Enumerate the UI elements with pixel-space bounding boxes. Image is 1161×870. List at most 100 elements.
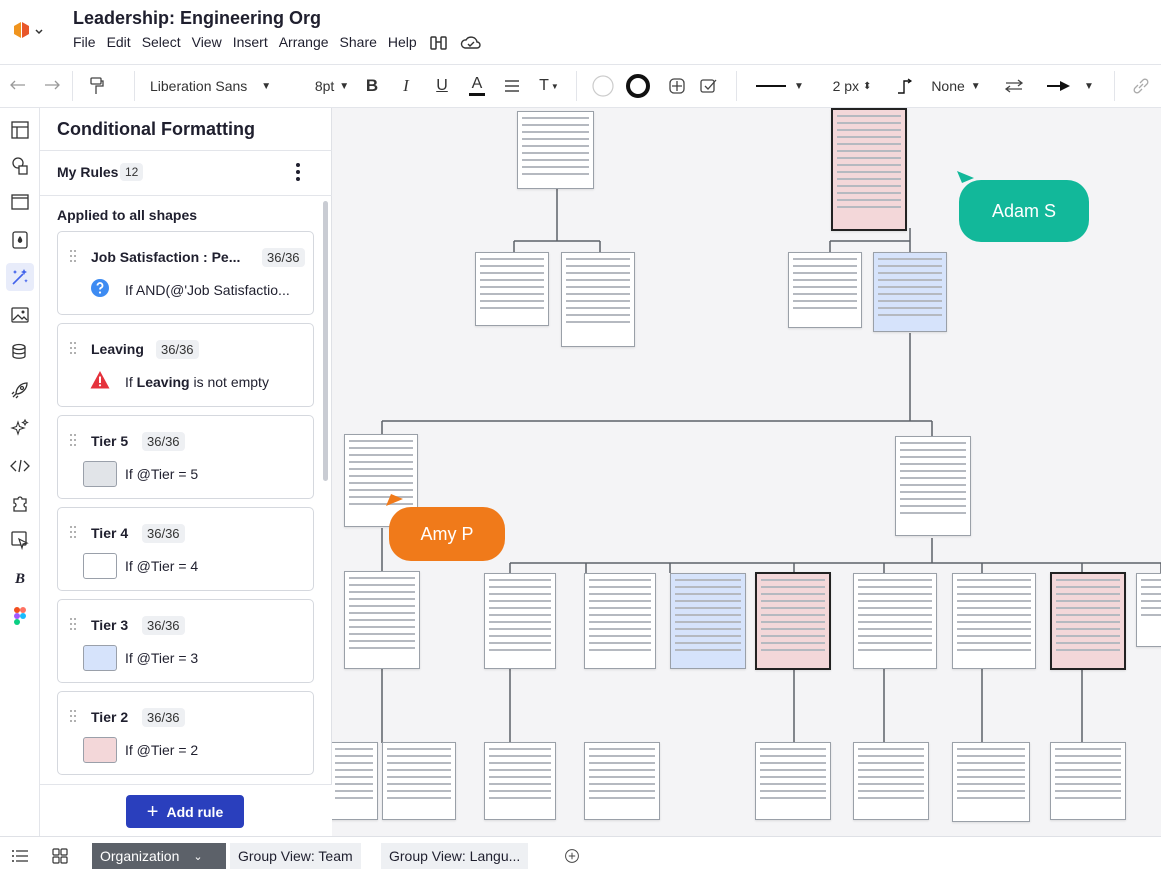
tier-3-swatch[interactable] (83, 645, 117, 671)
org-chart-card[interactable] (1050, 572, 1126, 670)
app-logo-menu[interactable] (12, 20, 46, 42)
org-chart-card[interactable] (853, 742, 929, 820)
shape-container-icon[interactable] (664, 65, 690, 107)
org-chart-card[interactable] (853, 573, 937, 669)
fill-color-icon[interactable] (590, 65, 616, 107)
line-start-select[interactable]: None ▼ (928, 65, 984, 107)
org-chart-card[interactable] (584, 573, 656, 669)
page-settings-icon[interactable] (6, 188, 34, 216)
line-end-select[interactable]: ▼ (1040, 65, 1100, 107)
org-chart-card[interactable] (895, 436, 971, 536)
tab-group-view-team[interactable]: Group View: Team (230, 843, 361, 869)
org-chart-card[interactable] (344, 571, 420, 669)
org-chart-card[interactable] (755, 742, 831, 820)
grid-view-icon[interactable] (42, 843, 78, 869)
menu-help[interactable]: Help (388, 34, 417, 52)
drag-handle-icon[interactable] (70, 618, 76, 630)
org-chart-card[interactable] (788, 252, 862, 328)
org-chart-card[interactable] (561, 252, 635, 347)
undo-icon[interactable] (6, 65, 30, 107)
bold-icon[interactable]: B (362, 65, 382, 107)
redo-icon[interactable] (40, 65, 64, 107)
org-chart-card[interactable] (831, 108, 907, 231)
chevron-down-icon[interactable]: ⌄ (193, 850, 202, 863)
conditional-formatting-icon[interactable] (6, 263, 34, 291)
tab-group-view-language[interactable]: Group View: Langu... (381, 843, 529, 869)
panel-scrollbar[interactable] (323, 201, 328, 481)
org-chart-card[interactable] (755, 572, 831, 670)
diagram-canvas[interactable]: Adam S Amy P (332, 108, 1161, 836)
align-icon[interactable] (501, 65, 523, 107)
shapes-icon[interactable] (6, 152, 34, 180)
rule-card-tier-4[interactable]: Tier 4 36/36 If @Tier = 4 (57, 507, 314, 591)
org-chart-card[interactable] (332, 742, 378, 820)
drag-handle-icon[interactable] (70, 710, 76, 722)
theme-icon[interactable] (6, 226, 34, 254)
brandfetch-icon[interactable]: B (6, 565, 34, 593)
org-chart-card[interactable] (484, 742, 556, 820)
more-options-icon[interactable] (290, 160, 306, 184)
tier-5-swatch[interactable] (83, 461, 117, 487)
drag-handle-icon[interactable] (70, 250, 76, 262)
tier-2-swatch[interactable] (83, 737, 117, 763)
menu-arrange[interactable]: Arrange (279, 34, 329, 52)
drag-handle-icon[interactable] (70, 434, 76, 446)
menu-edit[interactable]: Edit (107, 34, 131, 52)
rule-card-tier-5[interactable]: Tier 5 36/36 If @Tier = 5 (57, 415, 314, 499)
menu-view[interactable]: View (192, 34, 222, 52)
org-chart-card[interactable] (1136, 573, 1161, 647)
menu-insert[interactable]: Insert (233, 34, 268, 52)
org-chart-card[interactable] (584, 742, 660, 820)
rule-card-leaving[interactable]: Leaving 36/36 If Leaving is not empty (57, 323, 314, 407)
swap-arrows-icon[interactable] (1002, 65, 1026, 107)
cloud-saved-icon[interactable] (460, 34, 482, 52)
line-width-stepper[interactable]: 2 px ⬍ (826, 65, 878, 107)
tab-organization[interactable]: Organization ⌄ (92, 843, 226, 869)
document-title[interactable]: Leadership: Engineering Org (73, 8, 321, 29)
image-icon[interactable] (6, 301, 34, 329)
connector-style-icon[interactable] (892, 65, 916, 107)
conditional-check-icon[interactable] (696, 65, 722, 107)
ai-sparkle-icon[interactable] (6, 414, 34, 442)
org-chart-card[interactable] (670, 573, 746, 669)
menu-file[interactable]: File (73, 34, 96, 52)
code-icon[interactable] (6, 452, 34, 480)
org-chart-card[interactable] (475, 252, 549, 326)
text-options-icon[interactable]: T ▼ (534, 65, 564, 107)
data-linking-icon[interactable] (6, 338, 34, 366)
drag-handle-icon[interactable] (70, 526, 76, 538)
rocket-icon[interactable] (6, 376, 34, 404)
org-chart-card[interactable] (382, 742, 456, 820)
font-size-select[interactable]: 8pt ▼ (303, 65, 361, 107)
rule-card-job-satisfaction[interactable]: Job Satisfaction : Pe... 36/36 If AND(@'… (57, 231, 314, 315)
link-icon[interactable] (1128, 65, 1154, 107)
pages-panel-icon[interactable] (6, 116, 34, 144)
underline-icon[interactable]: U (432, 65, 452, 107)
tier-4-swatch[interactable] (83, 553, 117, 579)
rule-card-tier-2[interactable]: Tier 2 36/36 If @Tier = 2 (57, 691, 314, 775)
drag-handle-icon[interactable] (70, 342, 76, 354)
font-family-select[interactable]: Liberation Sans ▼ (150, 65, 290, 107)
menu-select[interactable]: Select (142, 34, 181, 52)
org-chart-card[interactable] (517, 111, 594, 189)
org-chart-card[interactable] (873, 252, 947, 332)
presentation-icon[interactable] (6, 526, 34, 554)
plugins-puzzle-icon[interactable] (6, 489, 34, 517)
org-chart-card[interactable] (952, 742, 1030, 822)
menu-share[interactable]: Share (340, 34, 377, 52)
format-painter-icon[interactable] (84, 65, 110, 107)
line-color-icon[interactable] (624, 65, 652, 107)
figma-icon[interactable] (6, 602, 34, 630)
org-chart-card[interactable] (1050, 742, 1126, 820)
italic-icon[interactable]: I (396, 65, 416, 107)
line-start-value: None (931, 78, 965, 94)
line-style-select[interactable]: ▼ (752, 65, 808, 107)
org-chart-card[interactable] (484, 573, 556, 669)
binoculars-icon[interactable] (428, 34, 450, 52)
rule-card-tier-3[interactable]: Tier 3 36/36 If @Tier = 3 (57, 599, 314, 683)
add-page-icon[interactable] (556, 843, 588, 869)
text-color-icon[interactable]: A (466, 65, 488, 107)
add-rule-button[interactable]: + Add rule (126, 795, 244, 828)
list-view-icon[interactable] (2, 843, 38, 869)
org-chart-card[interactable] (952, 573, 1036, 669)
